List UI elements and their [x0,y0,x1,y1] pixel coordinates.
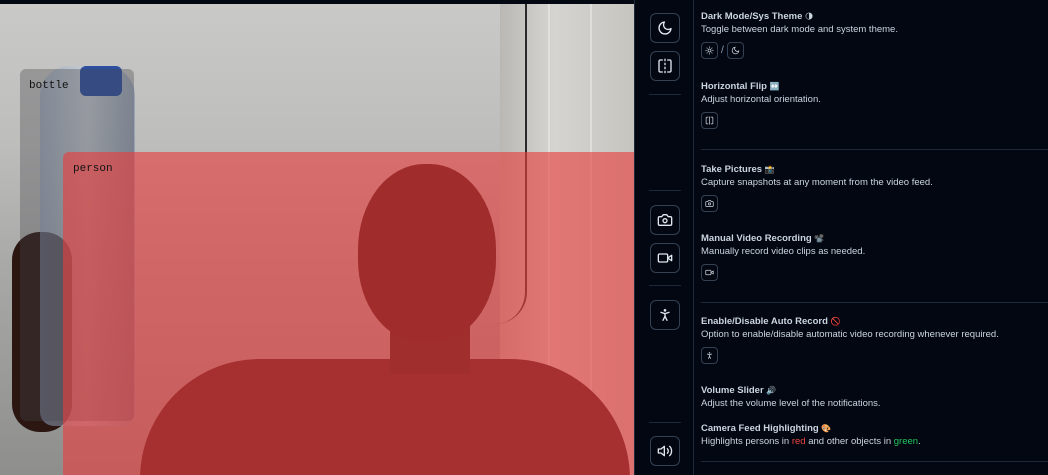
auto-record-toggle-button[interactable] [650,300,680,330]
section-title: Manual Video Recording 📽️ [701,233,825,244]
video-icon [657,253,673,263]
section-description: Manually record video clips as needed. [701,246,866,257]
theme-toggle-button[interactable] [650,13,680,43]
volume-button[interactable] [650,436,680,466]
record-video-button[interactable] [650,243,680,273]
section-description: Toggle between dark mode and system them… [701,24,898,35]
theme-separator: / [721,45,724,56]
detection-label-bottle: bottle [29,80,69,92]
section-description: Highlights persons in red and other obje… [701,436,921,447]
section-volume-slider: Volume Slider 🔊 Adjust the volume level … [701,385,1041,410]
volume-icon [657,445,673,457]
flip-horizontal-icon [701,112,718,129]
section-manual-recording: Manual Video Recording 📽️ Manually recor… [701,233,1041,281]
section-take-pictures: Take Pictures 📸 Capture snapshots at any… [701,164,1041,212]
video-icon [701,264,718,281]
camera-feed: bottle person [0,4,634,475]
toolbar [634,0,694,475]
section-feed-highlighting: Camera Feed Highlighting 🎨 Highlights pe… [701,423,1041,448]
toolbar-divider [649,285,681,286]
flip-horizontal-icon [658,58,672,74]
toolbar-divider [649,190,681,191]
camera-icon [701,195,718,212]
moon-icon [726,42,744,59]
panel-divider [701,149,1048,150]
section-description: Capture snapshots at any moment from the… [701,177,933,188]
moon-icon [658,21,672,35]
section-title: Volume Slider 🔊 [701,385,777,396]
section-description: Adjust horizontal orientation. [701,94,821,105]
panel-divider [701,461,1048,462]
section-title: Enable/Disable Auto Record 🚫 [701,316,841,327]
section-title: Camera Feed Highlighting 🎨 [701,423,832,434]
flip-horizontal-button[interactable] [650,51,680,81]
section-horizontal-flip: Horizontal Flip ↔️ Adjust horizontal ori… [701,81,1041,129]
person-standing-icon [660,309,670,321]
section-description: Adjust the volume level of the notificat… [701,398,881,409]
panel-divider [701,302,1048,303]
camera-icon [657,214,673,226]
section-description: Option to enable/disable automatic video… [701,329,999,340]
person-standing-icon [701,347,718,364]
section-title: Take Pictures 📸 [701,164,775,175]
toolbar-divider [649,422,681,423]
detection-box-person [63,152,634,475]
green-highlight-text: green [893,436,919,447]
red-highlight-text: red [791,436,806,447]
section-dark-mode: Dark Mode/Sys Theme 🌗 Toggle between dar… [701,11,1041,59]
info-panel: Dark Mode/Sys Theme 🌗 Toggle between dar… [694,0,1048,475]
toolbar-divider [649,94,681,95]
take-picture-button[interactable] [650,205,680,235]
section-title: Horizontal Flip ↔️ [701,81,780,92]
top-edge [0,0,634,4]
section-auto-record: Enable/Disable Auto Record 🚫 Option to e… [701,316,1041,364]
section-title: Dark Mode/Sys Theme 🌗 [701,11,814,22]
detection-label-person: person [73,163,113,175]
sun-icon [701,42,718,59]
